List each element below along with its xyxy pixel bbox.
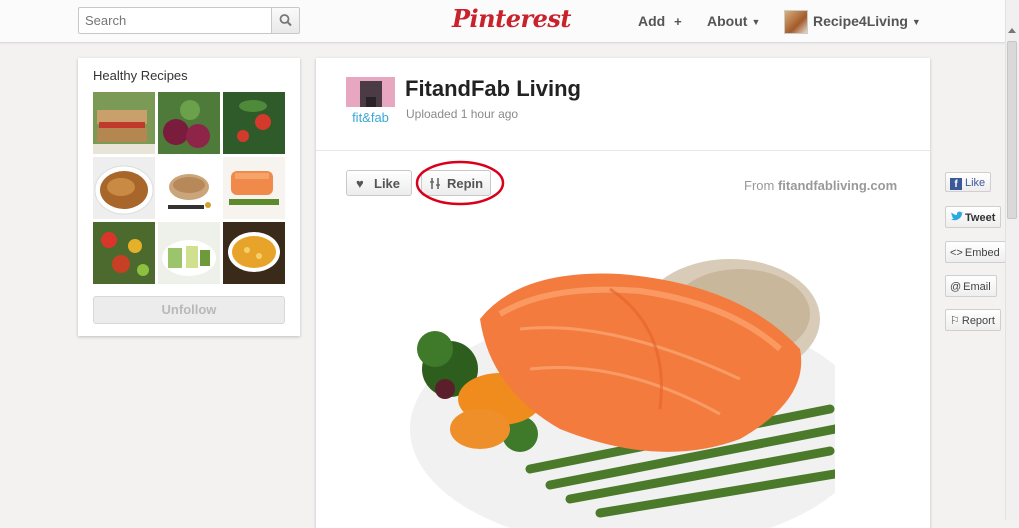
search-icon bbox=[279, 14, 292, 27]
board-thumbnail[interactable] bbox=[223, 222, 285, 284]
scrollbar-thumb[interactable] bbox=[1007, 41, 1017, 219]
scroll-up-arrow-icon[interactable] bbox=[1008, 28, 1016, 33]
add-menu[interactable]: Add + bbox=[638, 13, 682, 29]
user-menu[interactable]: Recipe4Living ▼ bbox=[813, 13, 921, 29]
pin-image[interactable] bbox=[410, 229, 835, 528]
board-thumbnail[interactable] bbox=[158, 92, 220, 154]
board-thumbnail[interactable] bbox=[93, 157, 155, 219]
at-icon: @ bbox=[950, 281, 962, 293]
pin-card: fit&fab FitandFab Living Uploaded 1 hour… bbox=[316, 58, 930, 528]
twitter-bird-icon bbox=[951, 211, 963, 221]
pinner-avatar-image: fit&fab bbox=[346, 77, 395, 126]
pinterest-logo[interactable]: Pinterest bbox=[452, 4, 571, 33]
embed-label: Embed bbox=[964, 247, 1000, 259]
facebook-like-label: Like bbox=[965, 177, 986, 189]
annotation-circle bbox=[415, 160, 505, 206]
salmon-dish-image bbox=[410, 229, 835, 528]
pinner-avatar[interactable]: fit&fab bbox=[346, 77, 395, 126]
code-icon: <> bbox=[950, 247, 963, 259]
pinner-name[interactable]: FitandFab Living bbox=[405, 76, 581, 102]
email-button[interactable]: @ Email bbox=[945, 275, 997, 297]
caret-down-icon: ▼ bbox=[751, 17, 761, 27]
search-input[interactable] bbox=[78, 7, 271, 34]
unfollow-button[interactable]: Unfollow bbox=[93, 296, 285, 324]
add-menu-label: Add bbox=[638, 13, 666, 29]
tweet-button[interactable]: Tweet bbox=[945, 206, 1002, 228]
heart-icon: ♥ bbox=[356, 176, 364, 191]
board-thumbnail[interactable] bbox=[93, 222, 155, 284]
facebook-icon: f bbox=[950, 178, 962, 190]
search-button[interactable] bbox=[271, 7, 300, 34]
divider bbox=[316, 150, 930, 151]
board-thumbnail[interactable] bbox=[158, 157, 220, 219]
board-title[interactable]: Healthy Recipes bbox=[93, 68, 188, 83]
email-label: Email bbox=[963, 281, 991, 293]
board-thumbnail[interactable] bbox=[223, 92, 285, 154]
embed-button[interactable]: <> Embed bbox=[945, 241, 1006, 263]
tweet-label: Tweet bbox=[965, 212, 996, 224]
board-thumbnail[interactable] bbox=[93, 92, 155, 154]
board-thumbnail[interactable] bbox=[223, 157, 285, 219]
like-button[interactable]: ♥ Like bbox=[346, 170, 412, 196]
report-button[interactable]: ⚐ Report bbox=[945, 309, 1001, 331]
search-bar bbox=[78, 7, 300, 34]
avatar-logo-text: fit&fab bbox=[352, 110, 389, 125]
about-menu-label: About bbox=[707, 13, 748, 29]
upload-time: Uploaded 1 hour ago bbox=[406, 107, 519, 121]
top-navigation-bar: Pinterest Add + About▼ Recipe4Living▼ bbox=[0, 0, 1019, 43]
flag-icon: ⚐ bbox=[950, 315, 960, 327]
user-menu-label: Recipe4Living bbox=[813, 13, 908, 29]
pin-source: From fitandfabliving.com bbox=[744, 178, 897, 193]
like-label: Like bbox=[374, 176, 401, 191]
caret-down-icon: ▼ bbox=[911, 17, 921, 27]
board-sidebar: Healthy Recipes Unfollow bbox=[78, 58, 300, 336]
report-label: Report bbox=[961, 315, 995, 327]
plus-icon: + bbox=[674, 14, 682, 29]
source-link[interactable]: fitandfabliving.com bbox=[778, 178, 897, 193]
board-thumbnail[interactable] bbox=[158, 222, 220, 284]
about-menu[interactable]: About ▼ bbox=[707, 13, 760, 29]
user-avatar[interactable] bbox=[784, 10, 808, 34]
source-prefix: From bbox=[744, 178, 775, 193]
facebook-like-button[interactable]: f Like bbox=[945, 172, 992, 192]
